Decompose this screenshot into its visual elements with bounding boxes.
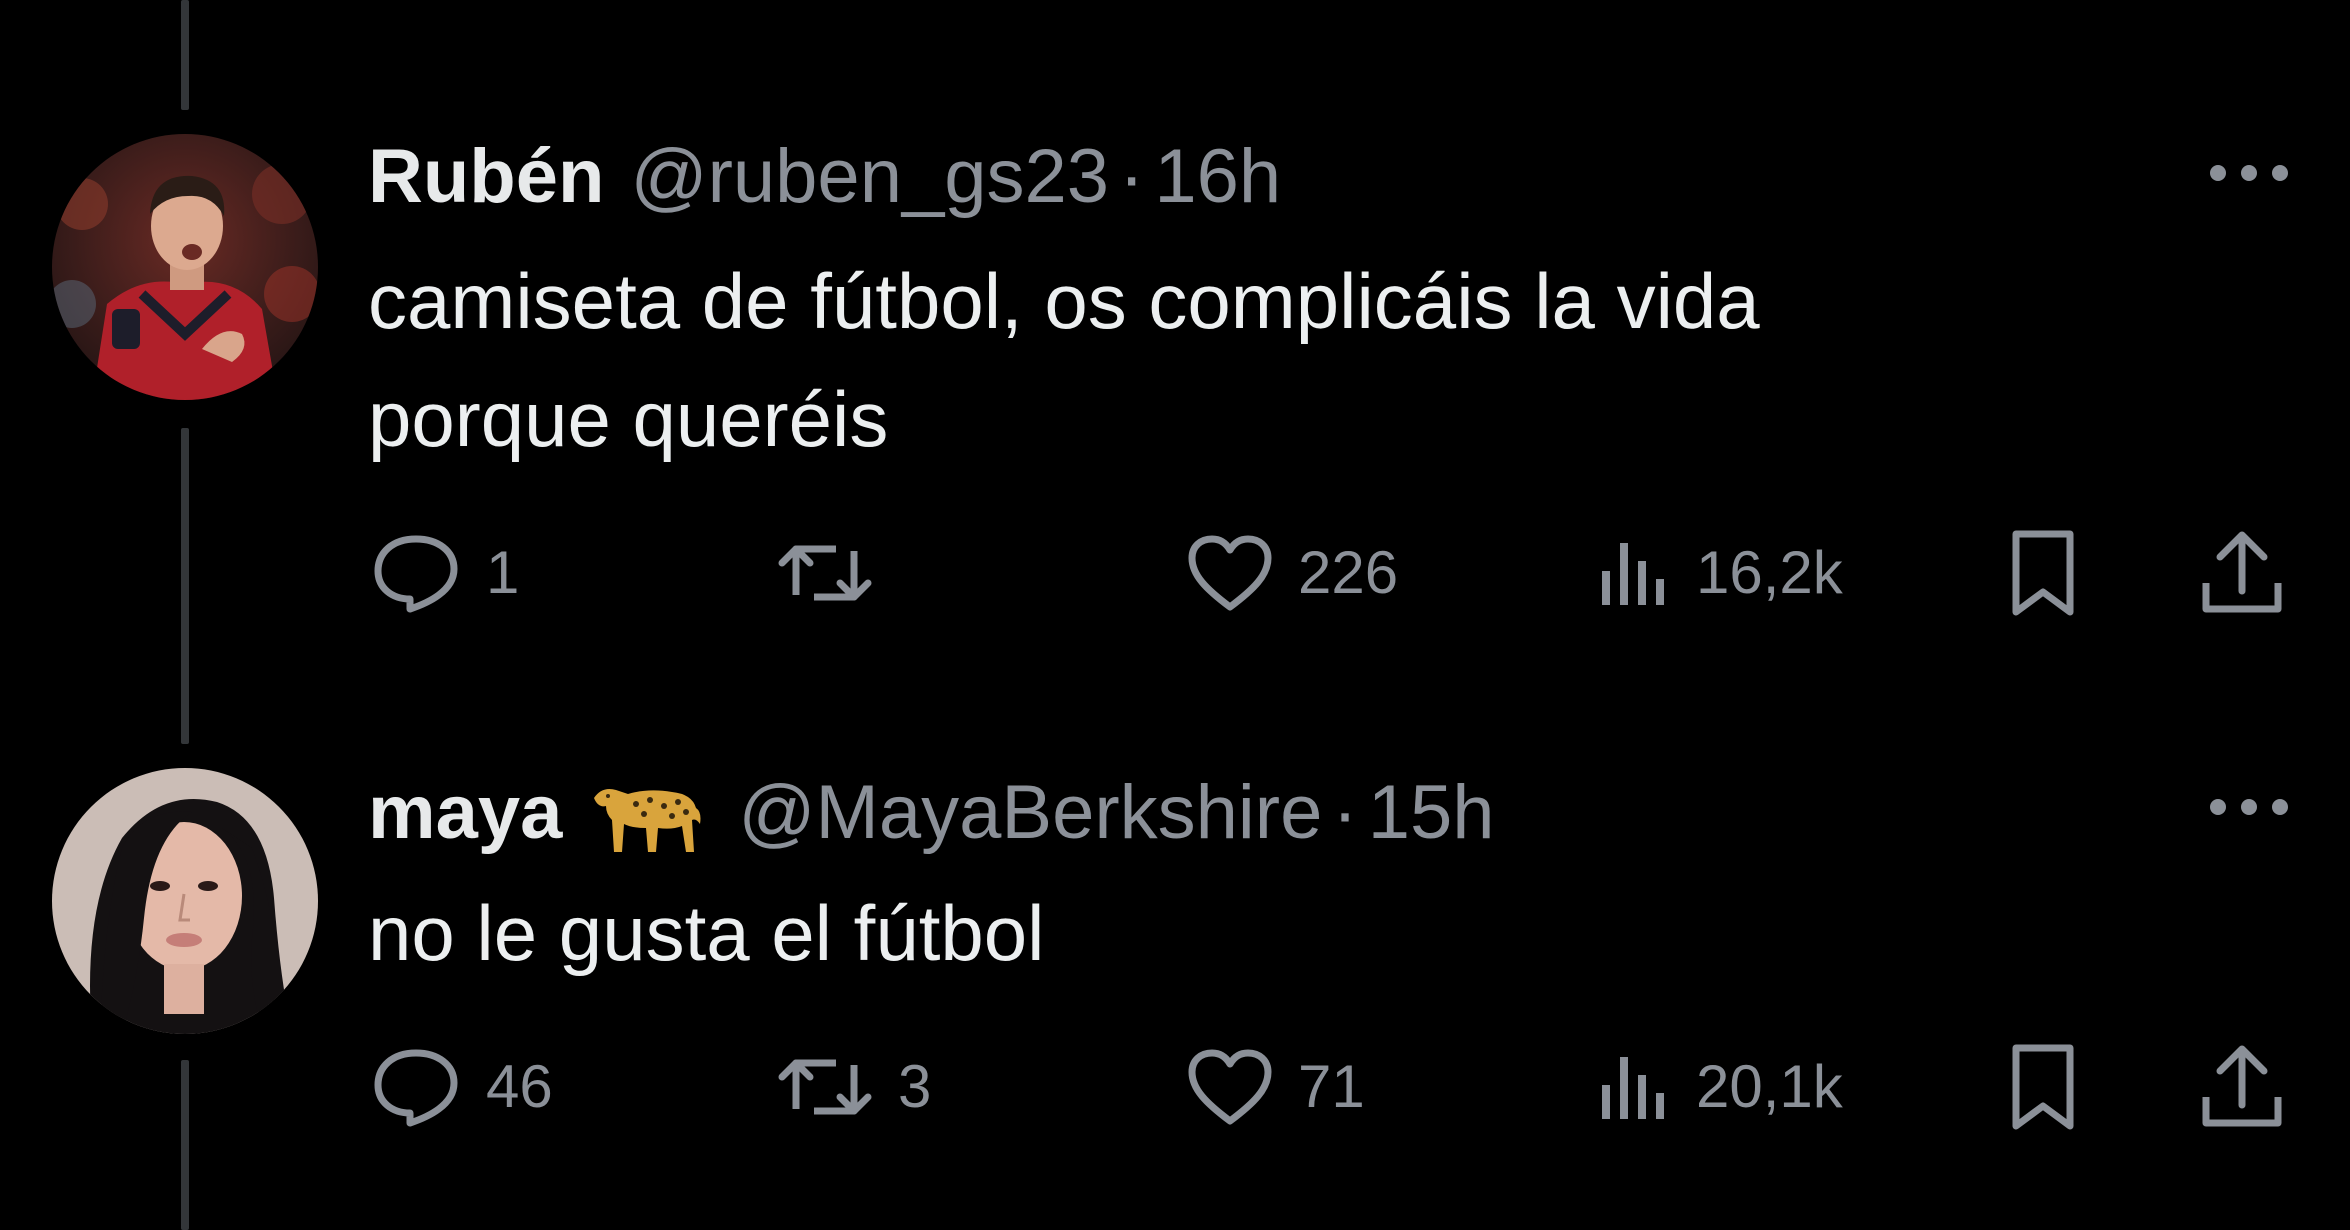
user-handle[interactable]: @MayaBerkshire <box>738 768 1322 858</box>
like-count: 226 <box>1298 539 1399 606</box>
action-bar: 1 226 16,2k <box>0 518 2350 628</box>
repost-button[interactable] <box>776 518 898 628</box>
share-upload-icon <box>2202 531 2282 613</box>
speech-bubble-icon <box>374 1049 458 1127</box>
tweet-text: no le gusta el fútbol <box>368 874 2118 992</box>
repost-button[interactable]: 3 <box>776 1032 931 1142</box>
share-button[interactable] <box>2200 1032 2284 1142</box>
views-button[interactable]: 16,2k <box>1598 518 1843 628</box>
view-count: 16,2k <box>1696 539 1843 606</box>
tweet-header: Rubén @ruben_gs23 · 16h <box>368 132 1281 222</box>
avatar[interactable] <box>52 134 318 400</box>
views-button[interactable]: 20,1k <box>1598 1032 1843 1142</box>
action-bar: 46 3 71 20,1k <box>0 1032 2350 1142</box>
bookmark-icon <box>2012 1044 2074 1130</box>
reply-count: 1 <box>486 539 520 606</box>
repost-count: 3 <box>898 1053 932 1120</box>
more-dots-icon[interactable] <box>2206 792 2292 822</box>
timestamp[interactable]: 15h <box>1368 768 1495 858</box>
timestamp[interactable]: 16h <box>1154 132 1281 222</box>
display-name[interactable]: Rubén <box>368 132 604 222</box>
reply-button[interactable]: 46 <box>370 1032 553 1142</box>
tweet-text: camiseta de fútbol, os complicáis la vid… <box>368 242 2118 478</box>
reply-thread: Rubén @ruben_gs23 · 16h camiseta de fútb… <box>0 0 2350 1230</box>
separator-dot: · <box>1119 134 1145 219</box>
user-handle[interactable]: @ruben_gs23 <box>630 132 1109 222</box>
heart-icon <box>1188 535 1272 611</box>
bar-chart-icon <box>1602 543 1664 605</box>
reply-count: 46 <box>486 1053 553 1120</box>
bar-chart-icon <box>1602 1057 1664 1119</box>
like-button[interactable]: 226 <box>1186 518 1398 628</box>
speech-bubble-icon <box>374 535 458 613</box>
bookmark-button[interactable] <box>2008 518 2078 628</box>
bookmark-icon <box>2012 530 2074 616</box>
heart-icon <box>1188 1049 1272 1125</box>
avatar[interactable] <box>52 768 318 1034</box>
view-count: 20,1k <box>1696 1053 1843 1120</box>
like-button[interactable]: 71 <box>1186 1032 1365 1142</box>
share-upload-icon <box>2202 1045 2282 1127</box>
repost-arrows-icon <box>778 1059 872 1115</box>
like-count: 71 <box>1298 1053 1365 1120</box>
thread-line-top <box>181 0 189 110</box>
tweet-header: maya @MayaBerkshire · 15h <box>368 768 1495 858</box>
tweet-text-line: camiseta de fútbol, os complicáis la vid… <box>368 257 1760 345</box>
separator-dot: · <box>1332 770 1358 855</box>
share-button[interactable] <box>2200 518 2284 628</box>
tweet-text-line: porque queréis <box>368 375 889 463</box>
leopard-emoji-icon <box>588 768 706 858</box>
more-dots-icon[interactable] <box>2206 158 2292 188</box>
repost-arrows-icon <box>778 545 872 601</box>
tweet-text-line: no le gusta el fútbol <box>368 889 1045 977</box>
display-name[interactable]: maya <box>368 768 562 858</box>
reply-button[interactable]: 1 <box>370 518 519 628</box>
bookmark-button[interactable] <box>2008 1032 2078 1142</box>
